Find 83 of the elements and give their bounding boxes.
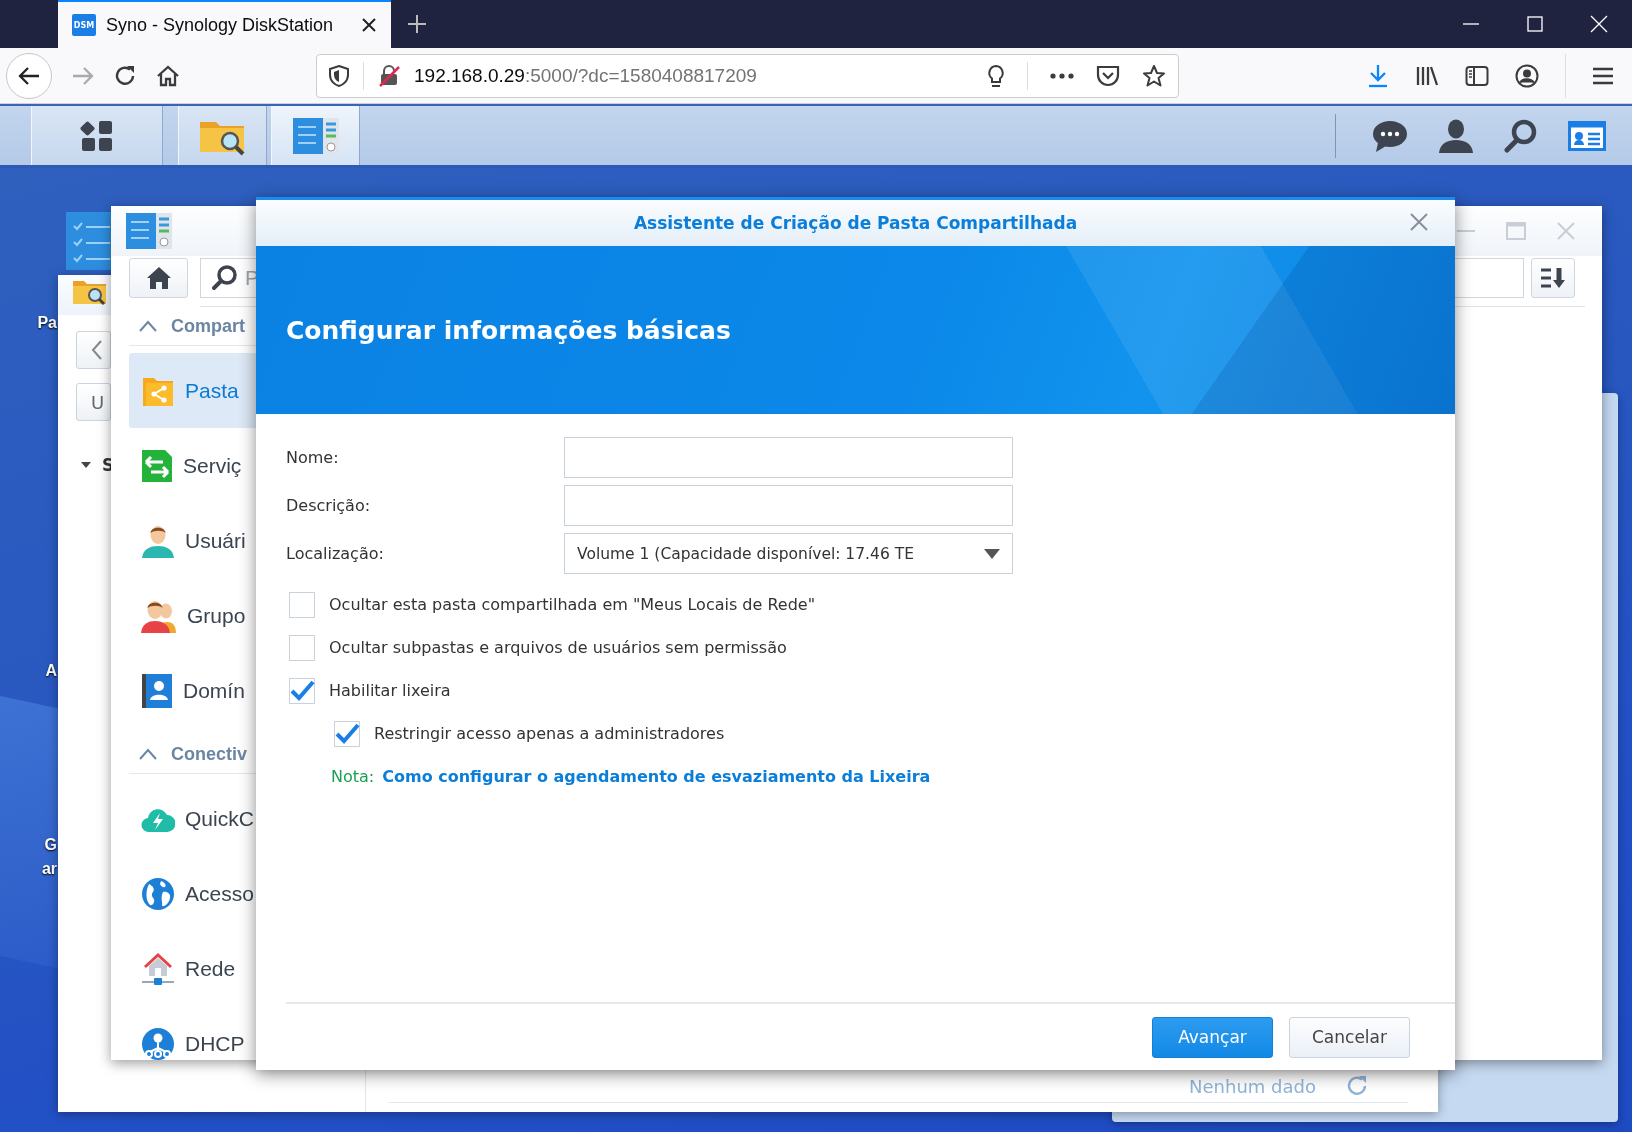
pocket-icon[interactable]	[1096, 64, 1120, 87]
desktop-icon-label[interactable]: A	[45, 660, 57, 682]
id-card-icon[interactable]	[1568, 120, 1606, 151]
lightbulb-icon[interactable]	[987, 63, 1005, 88]
crossed-lock-icon[interactable]	[378, 64, 400, 87]
sidebar-item[interactable]: Rede	[129, 931, 256, 1006]
chevron-up-icon[interactable]	[139, 320, 157, 332]
cancel-button[interactable]: Cancelar	[1289, 1016, 1410, 1058]
sidebar-item[interactable]: Serviç	[129, 428, 256, 503]
back-button[interactable]	[6, 52, 52, 99]
library-icon[interactable]	[1415, 64, 1439, 87]
field-label: Descrição:	[286, 496, 372, 515]
home-icon	[145, 266, 172, 290]
shield-icon[interactable]	[329, 64, 349, 87]
sidebar-item[interactable]: Usuári	[129, 503, 256, 578]
toolbar-button[interactable]: U	[76, 383, 111, 421]
note-label: Nota:	[331, 767, 375, 786]
sidebar-item[interactable]: Acesso	[129, 856, 256, 931]
sort-icon	[1540, 267, 1566, 289]
refresh-icon[interactable]	[1346, 1075, 1368, 1097]
dialog-heading: Configurar informações básicas	[286, 315, 731, 345]
account-icon[interactable]	[1515, 63, 1539, 88]
sidebar-item[interactable]: Grupo	[129, 578, 256, 653]
section-header[interactable]: Compart	[171, 315, 245, 337]
dialog-title: Assistente de Criação de Pasta Compartilhada	[633, 213, 1078, 233]
globe-icon	[141, 876, 175, 911]
location-dropdown[interactable]: Volume 1 (Capacidade disponível: 17.46 TE	[564, 533, 1013, 574]
chevron-up-icon[interactable]	[139, 748, 157, 760]
checkbox-label[interactable]: Restringir acesso apenas a administradores	[374, 724, 725, 743]
field-label: Nome:	[286, 448, 340, 467]
checkbox[interactable]	[289, 677, 315, 704]
input-field[interactable]	[564, 485, 1013, 526]
checkmark-icon	[334, 721, 360, 746]
chevron-left-icon	[91, 340, 103, 360]
arrow-left-icon	[18, 65, 40, 86]
taskbar-app-button[interactable]	[178, 106, 267, 165]
checkbox[interactable]	[289, 634, 315, 661]
exchange-arrows-icon	[141, 448, 173, 483]
browser-tab[interactable]: DSM Syno - Synology DiskStation	[58, 0, 391, 48]
more-icon[interactable]	[1050, 72, 1074, 79]
checkbox-label[interactable]: Ocultar subpastas e arquivos de usuários sem permissão	[329, 638, 787, 657]
sidebar-item[interactable]: DHCP	[129, 1006, 256, 1060]
menu-icon[interactable]	[1592, 65, 1614, 86]
field-label: Localização:	[286, 544, 385, 563]
sort-button[interactable]	[1531, 258, 1575, 298]
home-button[interactable]	[129, 258, 188, 298]
reload-icon[interactable]	[114, 64, 136, 87]
url-text[interactable]: 192.168.0.29:5000/?dc=1580408817209	[414, 64, 757, 87]
sidebar-item[interactable]: Pasta	[129, 353, 256, 428]
address-bar[interactable]: 192.168.0.29:5000/?dc=1580408817209	[316, 53, 1179, 98]
search-icon[interactable]	[1504, 118, 1538, 153]
search-icon	[211, 265, 237, 291]
checkmark-icon	[289, 678, 315, 703]
sidebar-item[interactable]: Domín	[129, 653, 256, 728]
checkbox[interactable]	[289, 591, 315, 618]
home-icon[interactable]	[156, 64, 180, 87]
house-network-icon	[141, 951, 175, 986]
desktop-icon-label[interactable]: Pa	[37, 312, 57, 334]
taskbar-app-button[interactable]	[31, 106, 163, 165]
section-header[interactable]: Conectiv	[171, 743, 248, 765]
chat-bubble-icon[interactable]	[1372, 118, 1408, 153]
star-icon[interactable]	[1142, 63, 1166, 88]
close-icon[interactable]	[361, 17, 377, 33]
user-silhouette-icon[interactable]	[1438, 118, 1474, 153]
contact-book-icon	[141, 672, 173, 709]
desktop-icon-label[interactable]: G	[44, 834, 57, 856]
help-link[interactable]: Como configurar o agendamento de esvaziamento da Lixeira	[382, 767, 931, 786]
checkbox[interactable]	[334, 720, 360, 747]
checkbox-label[interactable]: Ocultar esta pasta compartilhada em "Meus Locais de Rede"	[329, 595, 816, 614]
site-favicon: DSM	[72, 14, 96, 36]
checkbox-label[interactable]: Habilitar lixeira	[329, 681, 451, 700]
input-field[interactable]	[564, 437, 1013, 478]
app-grid-icon	[80, 118, 114, 153]
sidebar-icon[interactable]	[1465, 64, 1489, 87]
user-icon	[141, 523, 175, 558]
caret-down-icon	[984, 548, 1000, 559]
group-icon	[141, 598, 177, 633]
plus-icon[interactable]	[407, 14, 427, 34]
sidebar-item[interactable]: QuickC	[129, 781, 256, 856]
status-text: Nenhum dado	[1189, 1076, 1316, 1097]
desktop-icon-label[interactable]: ar	[41, 858, 57, 880]
tab-title: Syno - Synology DiskStation	[106, 14, 334, 36]
download-icon[interactable]	[1367, 63, 1389, 88]
